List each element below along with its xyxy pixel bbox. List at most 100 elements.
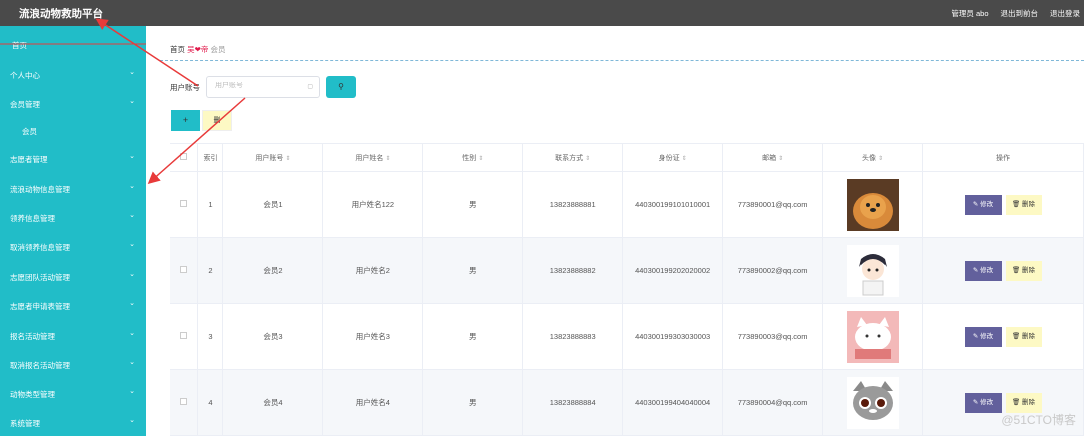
checkbox[interactable] — [180, 266, 188, 273]
sidebar-item-signup-activity[interactable]: 报名活动管理 ⌄ — [0, 321, 146, 350]
table-row: 2 会员2 用户姓名2 男 13823888882 44030019920202… — [170, 237, 1084, 304]
chevron-down-icon: ⌄ — [129, 183, 135, 190]
sidebar-item-cancel-adoption[interactable]: 取消领养信息管理 ⌄ — [0, 232, 146, 261]
sidebar-item-label: 志愿者申请表管理 — [10, 302, 70, 311]
sort-icon[interactable]: ⇕ — [478, 156, 483, 162]
sidebar-subitem-member[interactable]: 会员 — [22, 126, 37, 137]
cell-phone: 13823888882 — [522, 237, 624, 304]
cell-avatar — [822, 303, 924, 370]
edit-button[interactable]: ✎ 修改 — [964, 326, 1002, 347]
add-button[interactable]: + — [171, 110, 200, 131]
sidebar-item-stray-animal[interactable]: 流浪动物信息管理 ⌄ — [0, 174, 146, 203]
column-header: 索引 — [197, 143, 224, 172]
edit-button[interactable]: ✎ 修改 — [964, 392, 1002, 413]
edit-button[interactable]: ✎ 修改 — [964, 260, 1002, 281]
delete-button[interactable]: 🗑 删除 — [1005, 260, 1042, 281]
chevron-down-icon: ⌄ — [129, 271, 135, 278]
cell-name: 用户姓名2 — [322, 237, 424, 304]
sidebar-item-label: 动物类型管理 — [10, 390, 55, 399]
cell-name: 用户姓名122 — [322, 171, 424, 238]
cell-gender: 男 — [422, 171, 524, 238]
cell-email: 773890004@qq.com — [722, 369, 824, 436]
member-table: 索引 用户账号 ⇕ 用户姓名 ⇕ 性别 ⇕ 联系方式 ⇕ 身份证 ⇕ 邮箱 ⇕ 头像 ⇕ 操作… — [170, 143, 1084, 436]
sidebar-item-label: 取消领养信息管理 — [10, 243, 70, 252]
main-content: 首页 吴❤帝 会员 用户账号 ▢ ⚲ + 删 索引 用户账号⇕ 用户姓名⇕ 性别… — [160, 26, 1084, 436]
cell-gender: 男 — [422, 303, 524, 370]
checkbox[interactable] — [180, 398, 188, 405]
column-header[interactable]: 联系方式 ⇕ — [522, 143, 624, 172]
sidebar-item-label: 取消报名活动管理 — [10, 361, 70, 370]
logout-link[interactable]: 退出登录 — [1050, 8, 1080, 19]
chevron-down-icon: ⌄ — [129, 212, 135, 219]
header-select-all[interactable] — [170, 143, 199, 172]
delete-button[interactable]: 🗑 删除 — [1005, 194, 1042, 215]
sidebar-item-label: 首页 — [12, 41, 27, 50]
sort-icon[interactable]: ⇕ — [682, 156, 687, 162]
table-row: 4 会员4 用户姓名4 男 13823888884 44030019940404… — [170, 369, 1084, 436]
chevron-down-icon: ⌄ — [129, 300, 135, 307]
delete-button[interactable]: 🗑 删除 — [1005, 326, 1042, 347]
cell-email: 773890001@qq.com — [722, 171, 824, 238]
search-button[interactable]: ⚲ — [326, 76, 356, 98]
sidebar-item-label: 领养信息管理 — [10, 214, 55, 223]
cell-index: 3 — [197, 303, 224, 370]
sidebar-item-animal-type[interactable]: 动物类型管理 ⌄ — [0, 379, 146, 408]
checkbox[interactable] — [180, 332, 188, 339]
edit-button[interactable]: ✎ 修改 — [964, 194, 1002, 215]
cell-account: 会员4 — [222, 369, 324, 436]
sidebar-item-home[interactable]: 首页 — [0, 26, 146, 60]
sidebar-item-system[interactable]: 系统管理 ⌄ — [0, 408, 146, 436]
column-header[interactable]: 性别 ⇕ — [422, 143, 524, 172]
table-row: 3 会员3 用户姓名3 男 13823888883 44030019930303… — [170, 303, 1084, 370]
dog-avatar — [846, 178, 899, 231]
top-header: 流浪动物救助平台 管理员 abo 退出到前台 退出登录 — [0, 0, 1084, 26]
clear-icon[interactable]: ▢ — [307, 83, 313, 90]
sidebar-item-team-activity[interactable]: 志愿团队活动管理 ⌄ — [0, 262, 146, 291]
column-header[interactable]: 身份证 ⇕ — [622, 143, 724, 172]
cell-avatar — [822, 369, 924, 436]
column-header[interactable]: 用户姓名 ⇕ — [322, 143, 424, 172]
sidebar-item-cancel-signup[interactable]: 取消报名活动管理 ⌄ — [0, 350, 146, 379]
breadcrumb-home[interactable]: 首页 — [170, 45, 185, 54]
checkbox[interactable] — [180, 200, 188, 207]
cell-actions: ✎ 修改 🗑 删除 — [922, 237, 1084, 304]
sidebar-item-label: 个人中心 — [10, 71, 40, 80]
sidebar-item-personal-center[interactable]: 个人中心 ⌄ — [0, 60, 146, 89]
sidebar-item-label: 报名活动管理 — [10, 332, 55, 341]
sort-icon[interactable]: ⇕ — [285, 156, 290, 162]
column-header[interactable]: 用户账号 ⇕ — [222, 143, 324, 172]
cell-email: 773890003@qq.com — [722, 303, 824, 370]
sidebar-item-member-management[interactable]: 会员管理 ⌄ — [0, 89, 146, 118]
sidebar-item-label: 系统管理 — [10, 419, 40, 428]
sort-icon[interactable]: ⇕ — [878, 156, 883, 162]
column-header[interactable]: 邮箱 ⇕ — [722, 143, 824, 172]
table-header-row: 索引 用户账号 ⇕ 用户姓名 ⇕ 性别 ⇕ 联系方式 ⇕ 身份证 ⇕ 邮箱 ⇕ 头像 ⇕ 操作 — [170, 143, 1084, 172]
cell-idcard: 440300199101010001 — [622, 171, 724, 238]
sort-icon[interactable]: ⇕ — [585, 156, 590, 162]
chevron-down-icon: ⌄ — [129, 359, 135, 366]
sidebar-item-adoption[interactable]: 领养信息管理 ⌄ — [0, 203, 146, 232]
sidebar-item-volunteer[interactable]: 志愿者管理 ⌄ — [0, 144, 146, 173]
cell-idcard: 440300199202020002 — [622, 237, 724, 304]
header-actions: 管理员 abo 退出到前台 退出登录 — [951, 8, 1080, 19]
chevron-down-icon: ⌄ — [129, 388, 135, 395]
cell-index: 1 — [197, 171, 224, 238]
batch-delete-button[interactable]: 删 — [202, 110, 232, 131]
sidebar-item-volunteer-application[interactable]: 志愿者申请表管理 ⌄ — [0, 291, 146, 320]
search-input[interactable] — [215, 82, 300, 89]
cell-actions: ✎ 修改 🗑 删除 — [922, 171, 1084, 238]
column-header[interactable]: 头像 ⇕ — [822, 143, 924, 172]
cell-gender: 男 — [422, 237, 524, 304]
cell-name: 用户姓名4 — [322, 369, 424, 436]
chevron-down-icon: ⌄ — [129, 98, 135, 105]
cell-account: 会员2 — [222, 237, 324, 304]
front-link[interactable]: 退出到前台 — [1001, 8, 1039, 19]
chevron-down-icon: ⌄ — [129, 241, 135, 248]
sort-icon[interactable]: ⇕ — [778, 156, 783, 162]
delete-button[interactable]: 🗑 删除 — [1005, 392, 1042, 413]
checkbox[interactable] — [180, 153, 188, 160]
sort-icon[interactable]: ⇕ — [385, 156, 390, 162]
sidebar-item-label: 志愿者管理 — [10, 155, 48, 164]
search-input-box[interactable]: ▢ — [206, 76, 320, 98]
watermark: @51CTO博客 — [1001, 413, 1076, 427]
